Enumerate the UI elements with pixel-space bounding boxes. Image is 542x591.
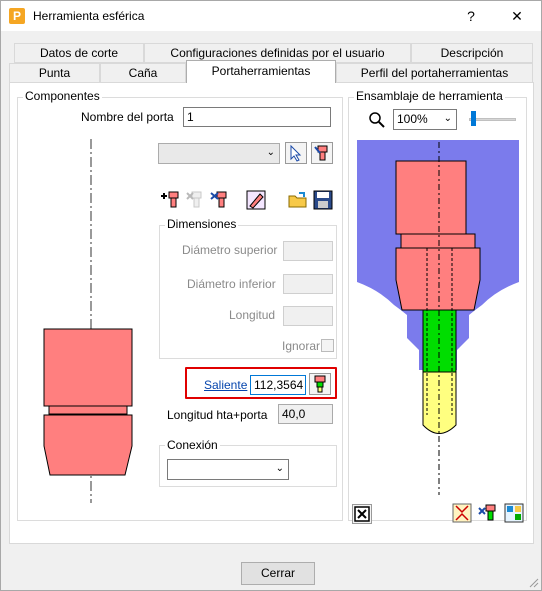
tab-datos-de-corte[interactable]: Datos de corte (14, 43, 144, 63)
chevron-down-icon: ⌄ (266, 147, 275, 158)
holder-name-label: Nombre del porta (81, 110, 174, 124)
top-diameter-label: Diámetro superior (182, 243, 278, 257)
add-holder-icon (161, 191, 179, 208)
bottom-diameter-label: Diámetro inferior (187, 277, 276, 291)
grid-layout-icon (504, 503, 524, 523)
overhang-calc-icon (314, 375, 326, 393)
length-label: Longitud (229, 308, 276, 322)
resize-grip-icon[interactable] (529, 578, 539, 588)
assembly-holder-bottom (395, 247, 481, 311)
length-input[interactable] (283, 306, 333, 326)
holder-preview-collar (48, 405, 128, 415)
cursor-select-icon (290, 144, 302, 162)
overhang-input[interactable]: 112,3564 (250, 375, 306, 395)
dialog-window: P Herramienta esférica ? ✕ Datos de cort… (0, 0, 542, 591)
holder-preview-bottom-block (43, 414, 133, 476)
search-holder-button[interactable] (311, 142, 333, 164)
open-file-button[interactable] (287, 189, 309, 211)
draw-profile-icon (246, 190, 266, 210)
holder-measure-icon (478, 504, 496, 521)
tab-portaherramientas[interactable]: Portaherramientas (186, 60, 336, 83)
ignore-checkbox[interactable] (321, 339, 334, 352)
zoom-fit-button[interactable] (352, 504, 372, 524)
total-length-input: 40,0 (278, 404, 333, 424)
tab-punta[interactable]: Punta (9, 63, 100, 83)
overhang-calc-button[interactable] (309, 373, 331, 395)
overhang-link[interactable]: Saliente (204, 378, 247, 392)
holder-profile-icon (452, 503, 472, 523)
select-from-database-button[interactable] (285, 142, 307, 164)
tab-perfil-portaherramientas[interactable]: Perfil del portaherramientas (336, 63, 533, 83)
measure-button[interactable] (477, 502, 499, 524)
help-button[interactable]: ? (448, 1, 494, 31)
holder-select-dropdown[interactable]: ⌄ (158, 143, 280, 164)
view-profile-button[interactable] (451, 502, 473, 524)
app-logo-icon: P (9, 8, 25, 24)
assembly-holder-collar (400, 233, 476, 249)
magnifier-icon (369, 112, 385, 128)
chevron-down-icon: ⌄ (275, 463, 284, 474)
total-length-label: Longitud hta+porta (167, 408, 268, 422)
layout-button[interactable] (503, 502, 525, 524)
components-group-label: Componentes (23, 89, 102, 103)
connection-dropdown[interactable]: ⌄ (167, 459, 289, 480)
tab-cana[interactable]: Caña (100, 63, 186, 83)
zoom-slider-thumb[interactable] (471, 111, 477, 126)
add-component-button[interactable] (159, 189, 181, 211)
delete-component-button[interactable] (184, 189, 206, 211)
window-title: Herramienta esférica (33, 9, 145, 23)
zoom-value: 100% (397, 112, 428, 126)
holder-preview-top-block (43, 328, 133, 407)
bottom-diameter-input[interactable] (283, 274, 333, 294)
close-window-button[interactable]: ✕ (494, 1, 540, 31)
close-button[interactable]: Cerrar (241, 562, 315, 585)
chevron-down-icon: ⌄ (443, 113, 452, 124)
holder-name-input[interactable]: 1 (183, 107, 331, 127)
top-diameter-input[interactable] (283, 241, 333, 261)
holder-filter-icon (314, 145, 328, 161)
assembly-view (357, 140, 519, 495)
dimensions-group-label: Dimensiones (165, 217, 239, 231)
open-folder-icon (288, 192, 307, 208)
edit-component-button[interactable] (209, 189, 231, 211)
save-file-button[interactable] (312, 189, 334, 211)
zoom-fit-icon (354, 506, 370, 522)
assembly-group-label: Ensamblaje de herramienta (354, 89, 505, 103)
edit-holder-icon (210, 191, 227, 208)
draw-profile-button[interactable] (245, 189, 267, 211)
title-bar: P Herramienta esférica ? ✕ (1, 1, 541, 31)
assembly-holder-top (395, 160, 467, 235)
zoom-dropdown[interactable]: 100% ⌄ (393, 109, 457, 130)
save-disk-icon (313, 190, 333, 210)
holder-preview (43, 139, 133, 503)
ignore-label: Ignorar (282, 339, 321, 353)
tab-descripcion[interactable]: Descripción (411, 43, 533, 63)
connection-group-label: Conexión (165, 438, 220, 452)
delete-holder-icon (186, 191, 202, 208)
